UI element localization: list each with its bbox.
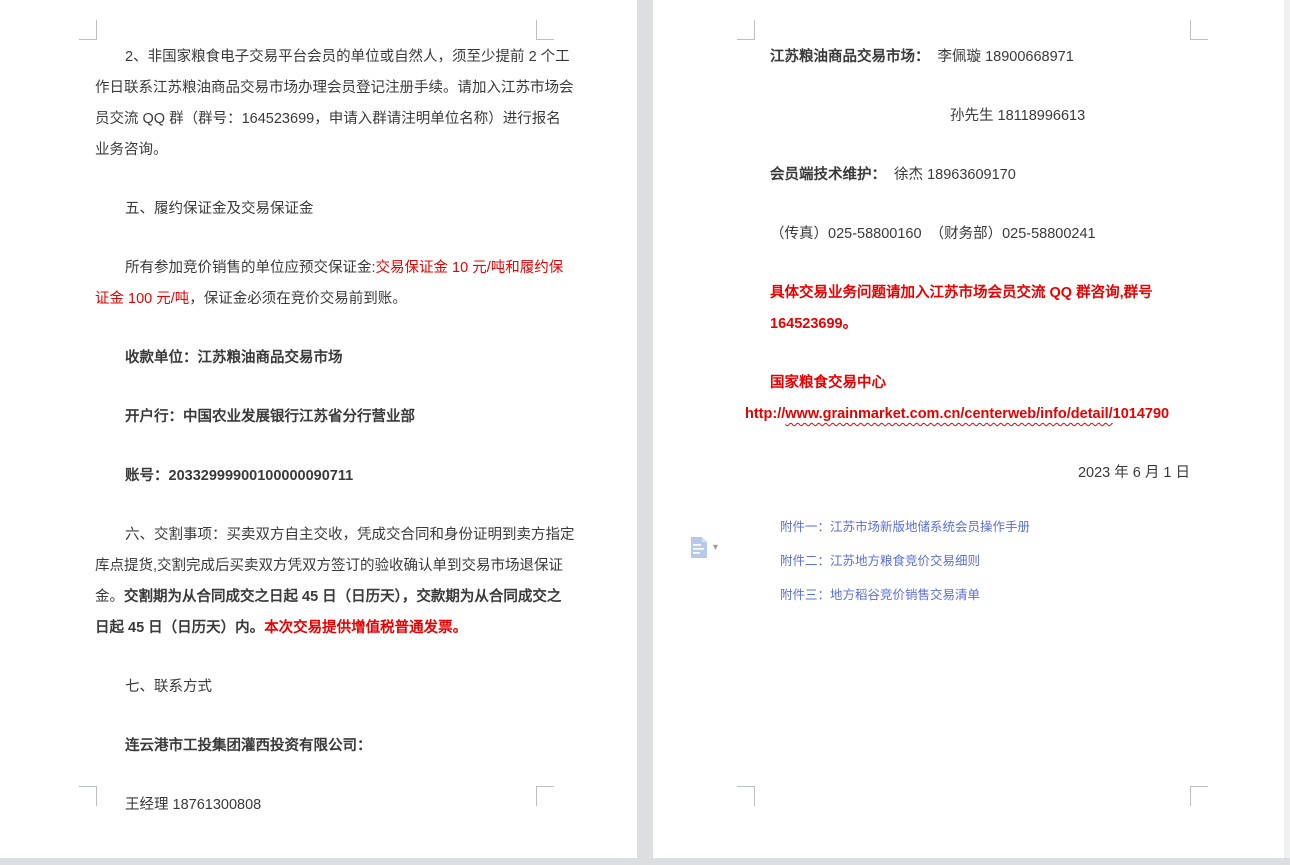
right-edge-strip bbox=[1284, 0, 1290, 858]
text-run: 开户行：中国农业发展银行江苏省分行营业部 bbox=[125, 409, 415, 425]
text-run: （传真）025-58800160 （财务部）025-58800241 bbox=[770, 226, 1096, 242]
heading-contact: 七、联系方式 bbox=[95, 672, 575, 703]
para-date: 2023 年 6 月 1 日 bbox=[770, 458, 1192, 489]
document-page-1[interactable]: 2、非国家粮食电子交易平台会员的单位或自然人，须至少提前 2 个工作日联系江苏粮… bbox=[0, 0, 637, 858]
crop-mark-bottom-right bbox=[1190, 786, 1208, 806]
para-manager: 王经理 18761300808 bbox=[95, 790, 575, 821]
attachment-label: 附件二： bbox=[780, 554, 830, 568]
para-registration: 2、非国家粮食电子交易平台会员的单位或自然人，须至少提前 2 个工作日联系江苏粮… bbox=[95, 42, 575, 166]
document-icon[interactable] bbox=[689, 537, 708, 558]
para-account: 账号：20332999900100000090711 bbox=[95, 461, 575, 492]
text-run: 会员端技术维护： bbox=[770, 167, 886, 183]
text-run: 五、履约保证金及交易保证金 bbox=[125, 201, 314, 217]
text-run: ，保证金必须在竞价交易前到账。 bbox=[189, 291, 407, 307]
text-run: 徐杰 18963609170 bbox=[886, 167, 1016, 183]
text-run: 所有参加竞价销售的单位应预交保证金: bbox=[125, 260, 376, 276]
text-run: 江苏粮油商品交易市场： bbox=[770, 49, 930, 65]
document-page-2[interactable]: 江苏粮油商品交易市场： 李佩璇 18900668971 孙先生 181189966… bbox=[653, 0, 1284, 858]
para-deposit: 所有参加竞价销售的单位应预交保证金:交易保证金 10 元/吨和履约保证金 100… bbox=[95, 253, 575, 315]
attachment-link[interactable]: 江苏地方粮食竞价交易细则 bbox=[830, 554, 980, 568]
text-run: 2023 年 6 月 1 日 bbox=[1078, 465, 1190, 481]
para-bank: 开户行：中国农业发展银行江苏省分行营业部 bbox=[95, 402, 575, 433]
attachment-row: 附件二：江苏地方粮食竞价交易细则 bbox=[780, 551, 1192, 571]
para-url: http://www.grainmarket.com.cn/centerweb/… bbox=[745, 399, 1192, 430]
text-run: 李佩璇 18900668971 bbox=[930, 49, 1074, 65]
text-run: 本次交易提供增值税普通发票。 bbox=[264, 620, 467, 636]
text-run: 王经理 18761300808 bbox=[125, 797, 261, 813]
text-run: 2、非国家粮食电子交易平台会员的单位或自然人，须至少提前 2 个工作日联系江苏粮… bbox=[95, 49, 574, 158]
attachment-label: 附件三： bbox=[780, 588, 830, 602]
attachment-link[interactable]: 地方稻谷竞价销售交易清单 bbox=[830, 588, 980, 602]
page2-content: 江苏粮油商品交易市场： 李佩璇 18900668971 孙先生 181189966… bbox=[653, 0, 1284, 605]
para-company: 连云港市工投集团灌西投资有限公司： bbox=[95, 731, 575, 762]
attachment-widget[interactable]: ▾ bbox=[689, 537, 718, 558]
page2-paragraphs: 江苏粮油商品交易市场： 李佩璇 18900668971 孙先生 181189966… bbox=[770, 42, 1192, 489]
attachments-list: 附件一：江苏市场新版地储系统会员操作手册附件二：江苏地方粮食竞价交易细则附件三：… bbox=[780, 517, 1192, 605]
para-market-contact: 江苏粮油商品交易市场： 李佩璇 18900668971 bbox=[770, 42, 1192, 73]
attachment-row: 附件三：地方稻谷竞价销售交易清单 bbox=[780, 585, 1192, 605]
word-document-view: 2、非国家粮食电子交易平台会员的单位或自然人，须至少提前 2 个工作日联系江苏粮… bbox=[0, 0, 1290, 865]
text-run: 具体交易业务问题请加入江苏市场会员交流 QQ 群咨询,群号164523699。 bbox=[770, 285, 1153, 332]
text-run: 账号：20332999900100000090711 bbox=[125, 468, 353, 484]
para-national-center: 国家粮食交易中心 bbox=[770, 368, 1192, 399]
crop-mark-bottom-left bbox=[737, 786, 755, 806]
para-delivery: 六、交割事项：买卖双方自主交收，凭成交合同和身份证明到卖方指定库点提货,交割完成… bbox=[95, 520, 575, 644]
para-tech-support: 会员端技术维护： 徐杰 18963609170 bbox=[770, 160, 1192, 191]
para-payee: 收款单位：江苏粮油商品交易市场 bbox=[95, 343, 575, 374]
grainmarket-url[interactable]: www.grainmarket.com.cn/centerweb/info/de… bbox=[785, 406, 1112, 422]
text-run: 国家粮食交易中心 bbox=[770, 375, 886, 391]
attachment-label: 附件一： bbox=[780, 520, 830, 534]
grainmarket-url[interactable]: 1014790 bbox=[1113, 406, 1169, 422]
text-run: 连云港市工投集团灌西投资有限公司： bbox=[125, 738, 372, 754]
attachment-link[interactable]: 江苏市场新版地储系统会员操作手册 bbox=[830, 520, 1030, 534]
page1-content: 2、非国家粮食电子交易平台会员的单位或自然人，须至少提前 2 个工作日联系江苏粮… bbox=[0, 0, 637, 821]
text-run: 七、联系方式 bbox=[125, 679, 212, 695]
attachment-row: 附件一：江苏市场新版地储系统会员操作手册 bbox=[780, 517, 1192, 537]
chevron-down-icon[interactable]: ▾ bbox=[713, 543, 718, 553]
text-run: 孙先生 18118996613 bbox=[950, 108, 1085, 124]
heading-deposit: 五、履约保证金及交易保证金 bbox=[95, 194, 575, 225]
para-qq-notice: 具体交易业务问题请加入江苏市场会员交流 QQ 群咨询,群号164523699。 bbox=[770, 278, 1192, 340]
text-run: 收款单位：江苏粮油商品交易市场 bbox=[125, 350, 343, 366]
grainmarket-url[interactable]: http:// bbox=[745, 406, 785, 422]
para-fax: （传真）025-58800160 （财务部）025-58800241 bbox=[770, 219, 1192, 250]
para-contact-sun: 孙先生 18118996613 bbox=[770, 101, 1192, 132]
